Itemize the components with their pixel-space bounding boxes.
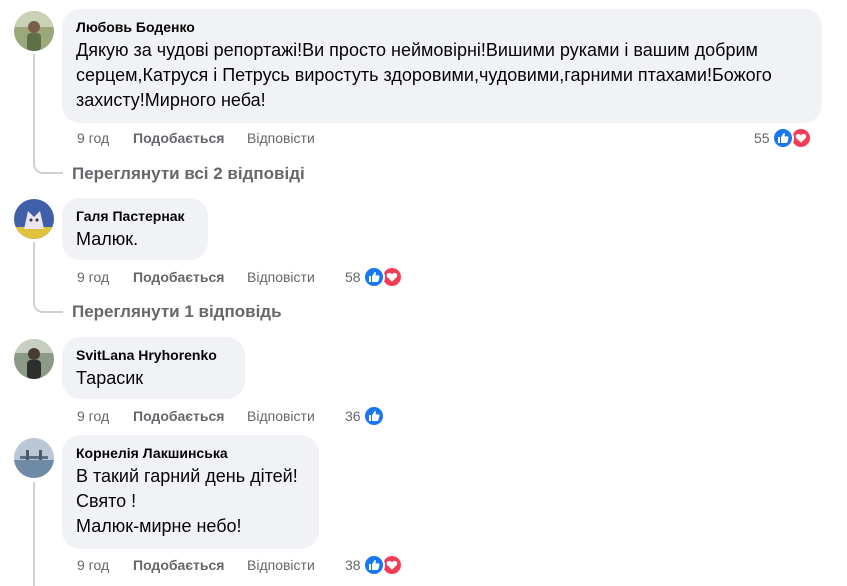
reaction-count: 36 (345, 408, 361, 424)
like-button[interactable]: Подобається (133, 407, 224, 425)
comment-text: В такий гарний день дітей! Свято ! Малюк… (76, 466, 298, 536)
like-icon (771, 127, 794, 149)
reply-button[interactable]: Відповісти (247, 268, 315, 286)
reaction-count: 58 (345, 269, 361, 285)
avatar[interactable] (14, 339, 54, 379)
reaction-summary[interactable]: 55 (754, 127, 812, 149)
comment-time[interactable]: 9 год (77, 268, 109, 286)
avatar[interactable] (14, 11, 54, 51)
reply-thread-connector (33, 150, 63, 174)
reaction-summary[interactable]: 38 (345, 554, 403, 576)
like-icon (362, 266, 385, 288)
like-button[interactable]: Подобається (133, 268, 224, 286)
comment-author[interactable]: Корнелія Лакшинська (76, 444, 305, 462)
comment-text: Дякую за чудові репортажі!Ви просто нейм… (76, 40, 772, 110)
like-button[interactable]: Подобається (133, 556, 224, 574)
comment-time[interactable]: 9 год (77, 556, 109, 574)
thread-line (33, 54, 35, 162)
view-replies-link[interactable]: Переглянути всі 2 відповіді (72, 163, 305, 185)
like-icon (362, 405, 385, 427)
thread-line (33, 482, 35, 586)
reply-button[interactable]: Відповісти (247, 556, 315, 574)
view-replies-link[interactable]: Переглянути 1 відповідь (72, 301, 282, 323)
comment-bubble: Корнелія Лакшинська В такий гарний день … (62, 435, 319, 549)
comment-text: Малюк. (76, 229, 139, 249)
comment-time[interactable]: 9 год (77, 129, 109, 147)
comment-author[interactable]: Любовь Боденко (76, 18, 808, 36)
like-button[interactable]: Подобається (133, 129, 224, 147)
reaction-count: 55 (754, 130, 770, 146)
comment-bubble: SvitLana Hryhorenko Тарасик (62, 337, 245, 399)
reaction-summary[interactable]: 36 (345, 405, 385, 427)
reaction-summary[interactable]: 58 (345, 266, 403, 288)
comment-author[interactable]: SvitLana Hryhorenko (76, 346, 231, 364)
avatar[interactable] (14, 199, 54, 239)
comment-text: Тарасик (76, 368, 144, 388)
avatar[interactable] (14, 438, 54, 478)
reaction-count: 38 (345, 557, 361, 573)
reply-thread-connector (33, 290, 63, 313)
comment-bubble: Галя Пастернак Малюк. (62, 198, 208, 260)
comment-time[interactable]: 9 год (77, 407, 109, 425)
reply-button[interactable]: Відповісти (247, 129, 315, 147)
reply-button[interactable]: Відповісти (247, 407, 315, 425)
comment-bubble: Любовь Боденко Дякую за чудові репортажі… (62, 9, 822, 123)
like-icon (362, 554, 385, 576)
comment-author[interactable]: Галя Пастернак (76, 207, 194, 225)
